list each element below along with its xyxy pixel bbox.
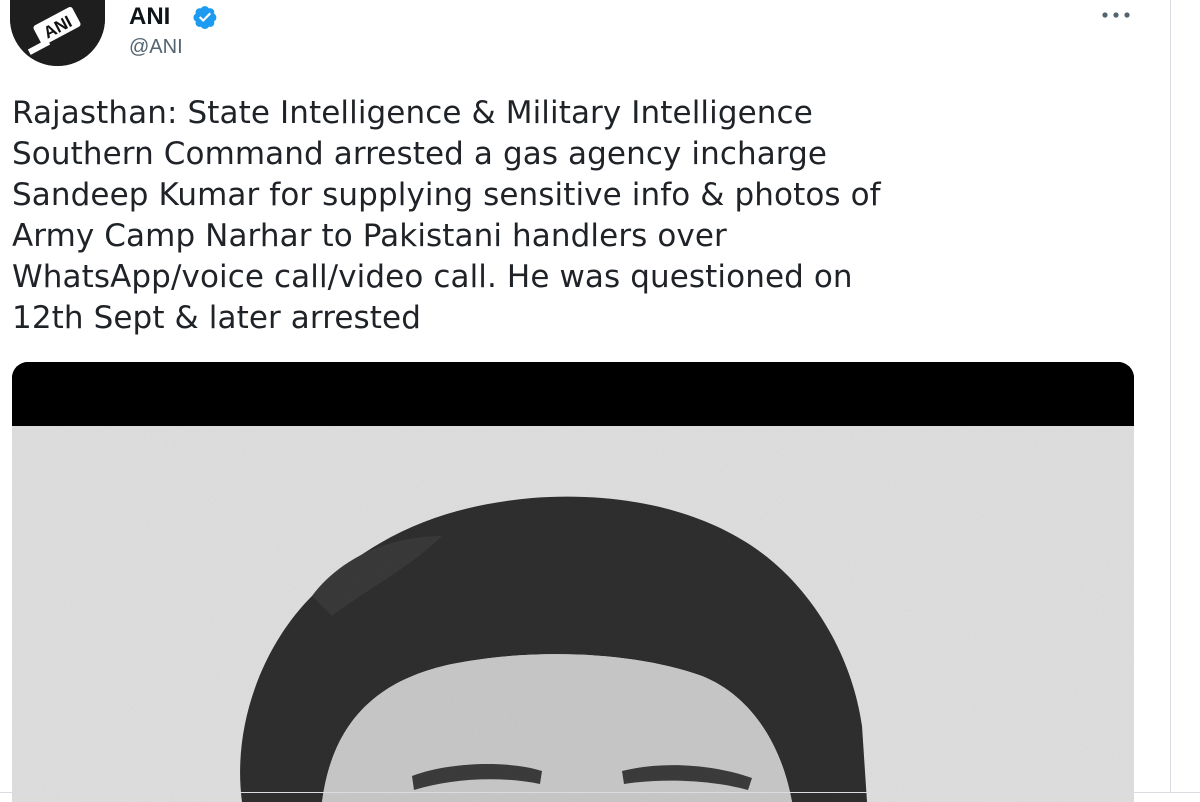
handle[interactable]: @ANI [129, 34, 183, 60]
media-top-bar [12, 362, 1134, 426]
ani-logo-icon: ANI [10, 0, 105, 66]
media-photo [12, 426, 1134, 802]
tweet-text: Rajasthan: State Intelligence & Military… [12, 95, 881, 336]
person-photo-image [12, 426, 1134, 802]
bottom-divider [0, 792, 1200, 793]
tweet-card: ANI ANI @ANI Rajasthan: State Intelligen… [0, 0, 1170, 802]
tweet-media[interactable] [12, 362, 1134, 802]
verified-badge-icon [193, 6, 217, 30]
avatar[interactable]: ANI [10, 0, 105, 66]
display-name[interactable]: ANI [129, 2, 170, 32]
more-options-button[interactable] [1096, 0, 1136, 30]
more-options-icon [1102, 12, 1130, 18]
right-divider [1170, 0, 1171, 792]
